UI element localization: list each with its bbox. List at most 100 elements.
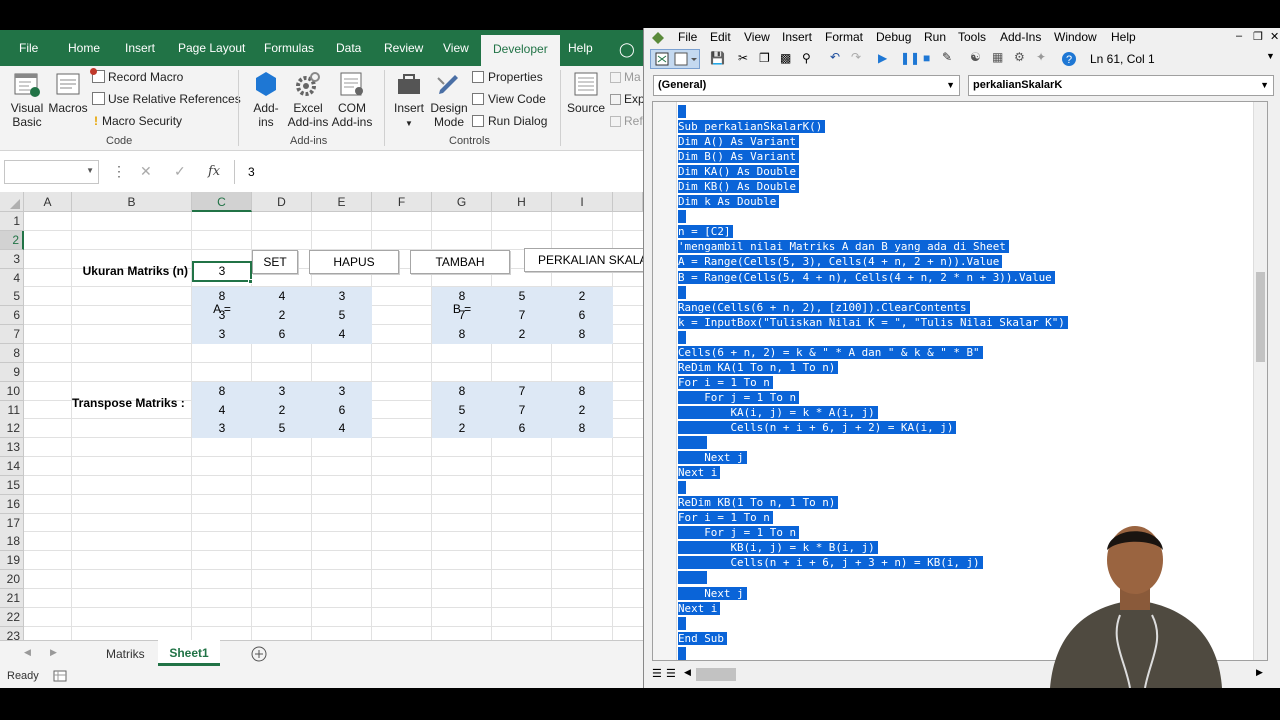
paste-icon[interactable]: ▩: [780, 51, 791, 65]
transpose-b-cell[interactable]: 2: [432, 419, 492, 438]
project-explorer-icon[interactable]: ☯: [970, 50, 981, 64]
menu-edit[interactable]: Edit: [710, 30, 731, 44]
code-line[interactable]: 'mengambil nilai Matriks A dan B yang ad…: [678, 239, 1068, 254]
row-header-14[interactable]: 14: [0, 457, 24, 477]
code-line[interactable]: n = [C2]: [678, 224, 1068, 239]
transpose-a-cell[interactable]: 3: [252, 382, 312, 401]
tab-developer[interactable]: Developer: [481, 35, 560, 66]
code-line[interactable]: A = Range(Cells(5, 3), Cells(4 + n, 2 + …: [678, 254, 1068, 269]
tab-help[interactable]: Help: [568, 41, 593, 55]
code-line[interactable]: Next j: [678, 586, 1068, 601]
matrix-a-cell[interactable]: 4: [252, 287, 312, 306]
formula-input[interactable]: 3: [234, 160, 643, 184]
menu-insert[interactable]: Insert: [782, 30, 812, 44]
transpose-b-cell[interactable]: 8: [552, 419, 612, 438]
matrix-b-cell[interactable]: 7: [432, 306, 492, 325]
toolbox-icon[interactable]: ✦: [1036, 50, 1046, 64]
code-line[interactable]: For i = 1 To n: [678, 375, 1068, 390]
sheet-tab-sheet1[interactable]: Sheet1: [158, 640, 220, 666]
row-header-13[interactable]: 13: [0, 438, 24, 458]
run-icon[interactable]: ▶: [878, 51, 887, 65]
scroll-left-icon[interactable]: ◀: [24, 647, 31, 658]
properties-button[interactable]: Properties: [472, 70, 543, 84]
menu-window[interactable]: Window: [1054, 30, 1097, 44]
menu-format[interactable]: Format: [825, 30, 863, 44]
scroll-right-icon[interactable]: ▶: [50, 647, 57, 658]
menu-run[interactable]: Run: [924, 30, 946, 44]
tab-view[interactable]: View: [443, 41, 469, 55]
tab-insert[interactable]: Insert: [125, 41, 155, 55]
undo-icon[interactable]: ↶: [830, 50, 840, 64]
procedure-combo[interactable]: perkalianSkalarK ▼: [968, 75, 1274, 96]
code-line[interactable]: ReDim KB(1 To n, 1 To n): [678, 495, 1068, 510]
vertical-scroll-thumb[interactable]: [1256, 272, 1265, 362]
transpose-a-cell[interactable]: 5: [252, 419, 312, 438]
excel-add-ins-button[interactable]: Excel Add-ins: [286, 70, 330, 129]
matrix-a-cell[interactable]: 3: [192, 325, 252, 344]
menu-help[interactable]: Help: [1111, 30, 1136, 44]
matrix-b-cell[interactable]: 5: [492, 287, 552, 306]
column-header-partial[interactable]: [613, 192, 643, 212]
redo-icon[interactable]: ↷: [851, 50, 861, 64]
matrix-b-cell[interactable]: 8: [432, 325, 492, 344]
toolbar-overflow-icon[interactable]: ▼: [1266, 51, 1275, 61]
transpose-a-cell[interactable]: 4: [312, 419, 372, 438]
row-header-3[interactable]: 3: [0, 249, 24, 269]
code-line[interactable]: Dim KA() As Double: [678, 164, 1068, 179]
cell-c2-n-value[interactable]: 3: [192, 261, 252, 282]
code-line[interactable]: B = Range(Cells(5, 4 + n), Cells(4 + n, …: [678, 270, 1068, 285]
code-line[interactable]: Next i: [678, 601, 1068, 616]
code-line[interactable]: KA(i, j) = k * A(i, j): [678, 405, 1068, 420]
record-macro-button[interactable]: Record Macro: [90, 68, 183, 84]
transpose-a-cell[interactable]: 3: [192, 419, 252, 438]
tab-page-layout[interactable]: Page Layout: [178, 41, 245, 55]
cut-icon[interactable]: ✂: [738, 51, 748, 65]
use-relative-references-button[interactable]: Use Relative References: [92, 92, 241, 106]
code-line[interactable]: Dim k As Double: [678, 194, 1068, 209]
reset-icon[interactable]: ■: [923, 51, 930, 65]
code-line[interactable]: [678, 285, 1068, 300]
column-header-i[interactable]: I: [552, 192, 613, 212]
code-line[interactable]: [678, 646, 1068, 660]
row-header-15[interactable]: 15: [0, 475, 24, 495]
matrix-b-cell[interactable]: 8: [432, 287, 492, 306]
column-header-e[interactable]: E: [312, 192, 372, 212]
transpose-b-cell[interactable]: 2: [552, 401, 612, 420]
row-header-21[interactable]: 21: [0, 589, 24, 608]
code-line[interactable]: For i = 1 To n: [678, 510, 1068, 525]
row-header-2[interactable]: 2: [0, 230, 24, 250]
fill-handle[interactable]: [248, 279, 253, 284]
vbe-app-icon[interactable]: [650, 30, 666, 46]
chevron-down-icon[interactable]: ▼: [86, 166, 94, 175]
row-header-10[interactable]: 10: [0, 381, 24, 401]
visual-basic-button[interactable]: Visual Basic: [6, 70, 48, 129]
more-options-icon[interactable]: ⋮: [112, 163, 126, 180]
row-header-16[interactable]: 16: [0, 494, 24, 514]
code-line[interactable]: [678, 330, 1068, 345]
code-line[interactable]: For j = 1 To n: [678, 390, 1068, 405]
matrix-a-cell[interactable]: 3: [192, 306, 252, 325]
code-line[interactable]: [678, 435, 1068, 450]
object-combo[interactable]: (General) ▼: [653, 75, 960, 96]
macros-button[interactable]: Macros: [48, 70, 88, 115]
code-line[interactable]: Range(Cells(6 + n, 2), [z100]).ClearCont…: [678, 300, 1068, 315]
code-line[interactable]: [678, 570, 1068, 585]
copy-icon[interactable]: ❐: [759, 51, 770, 65]
transpose-b-cell[interactable]: 8: [552, 382, 612, 401]
menu-view[interactable]: View: [744, 30, 770, 44]
matrix-a-cell[interactable]: 6: [252, 325, 312, 344]
full-module-view-icon[interactable]: ☰: [666, 667, 676, 680]
properties-window-icon[interactable]: ▦: [992, 50, 1003, 64]
menu-file[interactable]: File: [678, 30, 697, 44]
matrix-a-cell[interactable]: 3: [312, 287, 372, 306]
transpose-b-cell[interactable]: 7: [492, 382, 552, 401]
add-ins-button[interactable]: Add- ins: [248, 70, 284, 129]
row-header-20[interactable]: 20: [0, 570, 24, 590]
close-icon[interactable]: ✕: [1270, 30, 1279, 43]
scroll-left-icon[interactable]: ◀: [684, 667, 691, 678]
tambah-button[interactable]: TAMBAH: [410, 250, 510, 274]
code-line[interactable]: Dim B() As Variant: [678, 149, 1068, 164]
column-header-h[interactable]: H: [492, 192, 552, 212]
menu-debug[interactable]: Debug: [876, 30, 911, 44]
name-box[interactable]: ▼: [4, 160, 99, 184]
